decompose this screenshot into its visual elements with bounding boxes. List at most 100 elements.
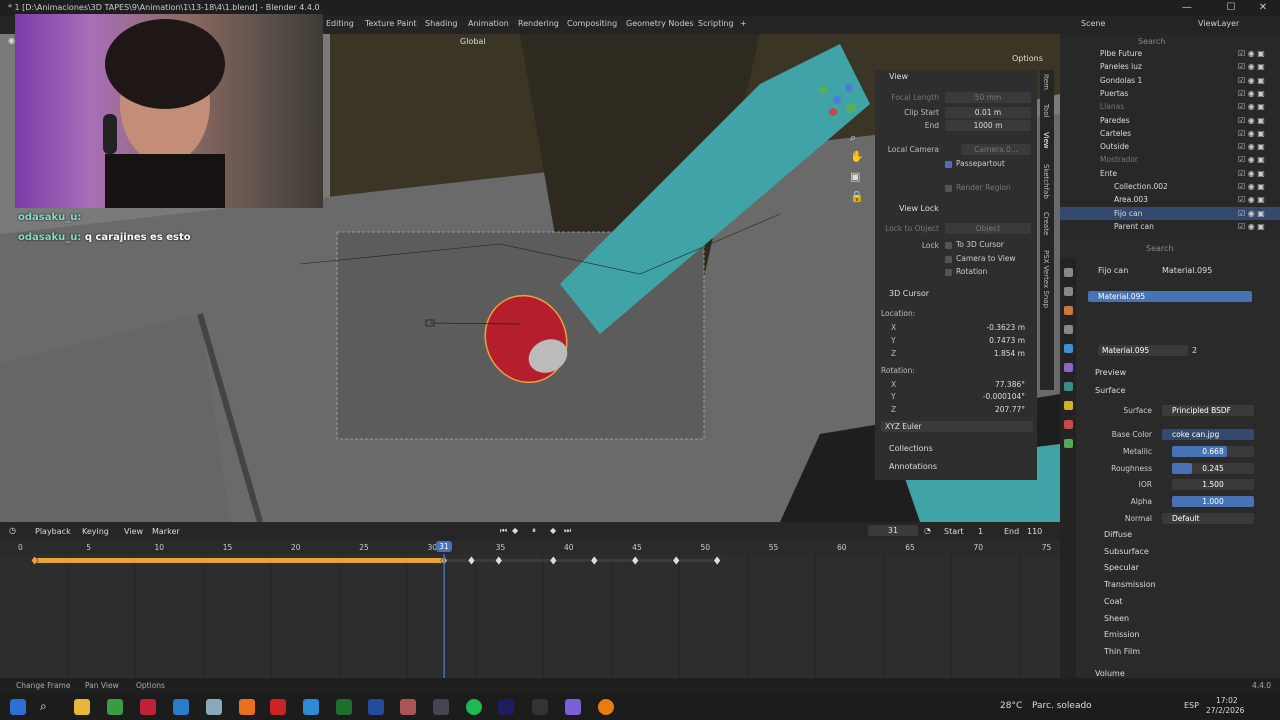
app-icon[interactable] bbox=[270, 699, 286, 715]
keyframe-marker[interactable] bbox=[631, 555, 640, 566]
obs-icon[interactable] bbox=[532, 699, 548, 715]
normal-field[interactable]: Default bbox=[1162, 513, 1254, 524]
properties-tab-icon[interactable] bbox=[1064, 268, 1073, 277]
alpha-field[interactable]: 1.000 bbox=[1172, 496, 1254, 507]
3d-cursor-title[interactable]: 3D Cursor bbox=[889, 289, 929, 298]
visibility-toggle-icon[interactable]: ☑ ◉ ▣ bbox=[1238, 153, 1265, 166]
visibility-toggle-icon[interactable]: ☑ ◉ ▣ bbox=[1238, 180, 1265, 193]
subsection-diffuse[interactable]: Diffuse bbox=[1104, 530, 1132, 539]
properties-tab-icon[interactable] bbox=[1064, 439, 1073, 448]
outliner-item[interactable]: Puertas ☑ ◉ ▣ bbox=[1060, 87, 1280, 100]
cursor-rotation-x[interactable]: 77.386° bbox=[881, 379, 1029, 390]
scene-selector[interactable]: Scene bbox=[1081, 19, 1105, 28]
view-menu[interactable]: View bbox=[124, 527, 143, 536]
outliner-item[interactable]: Outside ☑ ◉ ▣ bbox=[1060, 140, 1280, 153]
subsection-coat[interactable]: Coat bbox=[1104, 597, 1123, 606]
maximize-button[interactable]: ☐ bbox=[1218, 0, 1244, 16]
cursor-location-y[interactable]: 0.7473 m bbox=[881, 335, 1029, 346]
properties-tab-icon[interactable] bbox=[1064, 401, 1073, 410]
current-frame-field[interactable]: 31 bbox=[868, 525, 918, 536]
roughness-field[interactable]: 0.245 bbox=[1172, 463, 1254, 474]
pause-icon[interactable]: ⏸ bbox=[532, 526, 536, 536]
passepartout-checkbox[interactable]: Passepartout bbox=[945, 159, 1005, 168]
viewport-options[interactable]: Options bbox=[1012, 54, 1043, 63]
edge-icon[interactable] bbox=[173, 699, 189, 715]
jump-end-icon[interactable]: ⏭ bbox=[564, 526, 571, 536]
playback-menu[interactable]: Playback bbox=[35, 527, 71, 536]
outliner-item[interactable]: Collection.002 ☑ ◉ ▣ bbox=[1060, 180, 1280, 193]
next-key-icon[interactable]: ◆ bbox=[550, 526, 556, 535]
clip-start-field[interactable]: 0.01 m bbox=[945, 107, 1031, 118]
tab-editing[interactable]: Editing bbox=[326, 19, 354, 28]
playhead-frame-badge[interactable]: 31 bbox=[436, 541, 452, 552]
visibility-toggle-icon[interactable]: ☑ ◉ ▣ bbox=[1238, 47, 1265, 60]
marker-menu[interactable]: Marker bbox=[152, 527, 180, 536]
outliner-item[interactable]: Fijo can ☑ ◉ ▣ bbox=[1060, 206, 1280, 220]
keyframe-marker[interactable] bbox=[713, 555, 721, 566]
keyframe-marker[interactable] bbox=[30, 555, 39, 566]
tab-scripting[interactable]: Scripting bbox=[698, 19, 734, 28]
start-frame-field[interactable]: 1 bbox=[978, 527, 983, 536]
focal-length-field[interactable]: 50 mm bbox=[945, 92, 1031, 103]
properties-tab-icon[interactable] bbox=[1064, 344, 1073, 353]
properties-tab-icon[interactable] bbox=[1064, 420, 1073, 429]
material-slot-item[interactable]: Material.095 bbox=[1088, 291, 1252, 302]
minimize-button[interactable]: — bbox=[1174, 0, 1200, 16]
preview-section[interactable]: Preview bbox=[1095, 368, 1126, 377]
visibility-toggle-icon[interactable]: ☑ ◉ ▣ bbox=[1238, 167, 1265, 180]
app-icon[interactable] bbox=[303, 699, 319, 715]
properties-tab-icon[interactable] bbox=[1064, 382, 1073, 391]
visibility-toggle-icon[interactable]: ☑ ◉ ▣ bbox=[1238, 127, 1265, 140]
cursor-location-z[interactable]: 1.854 m bbox=[881, 348, 1029, 359]
viewlayer-selector[interactable]: ViewLayer bbox=[1198, 19, 1239, 28]
properties-tab-icon[interactable] bbox=[1064, 363, 1073, 372]
rotation-lock-checkbox[interactable]: Rotation bbox=[945, 267, 987, 276]
properties-tab-icon[interactable] bbox=[1064, 287, 1073, 296]
cursor-location-x[interactable]: -0.3623 m bbox=[881, 322, 1029, 333]
local-camera-field[interactable]: Camera.0... bbox=[961, 144, 1031, 155]
outliner-item[interactable]: Llanas ☑ ◉ ▣ bbox=[1060, 100, 1280, 113]
clock-date[interactable]: 27/2/2026 bbox=[1206, 706, 1244, 715]
app-icon[interactable] bbox=[433, 699, 449, 715]
view-lock-title[interactable]: View Lock bbox=[899, 204, 939, 213]
to-3d-cursor-checkbox[interactable]: To 3D Cursor bbox=[945, 240, 1004, 249]
outliner-item[interactable]: Mostrador ☑ ◉ ▣ bbox=[1060, 153, 1280, 166]
tab-compositing[interactable]: Compositing bbox=[567, 19, 617, 28]
app-icon[interactable] bbox=[239, 699, 255, 715]
clock-time[interactable]: 17:02 bbox=[1216, 696, 1238, 705]
visibility-toggle-icon[interactable]: ☑ ◉ ▣ bbox=[1238, 193, 1265, 206]
outliner-item[interactable]: Paneles luz ☑ ◉ ▣ bbox=[1060, 60, 1280, 73]
tab-rendering[interactable]: Rendering bbox=[518, 19, 559, 28]
base-color-field[interactable]: coke can.jpg bbox=[1162, 429, 1254, 440]
editor-type-icon[interactable]: ◉ bbox=[8, 36, 15, 45]
opera-icon[interactable] bbox=[140, 699, 156, 715]
lock-to-object-field[interactable]: Object bbox=[945, 223, 1031, 234]
properties-search[interactable]: Search bbox=[1146, 244, 1173, 253]
keying-menu[interactable]: Keying bbox=[82, 527, 109, 536]
language-indicator[interactable]: ESP bbox=[1184, 701, 1199, 710]
ior-field[interactable]: 1.500 bbox=[1172, 479, 1254, 490]
subsection-subsurface[interactable]: Subsurface bbox=[1104, 547, 1149, 556]
keyframe-marker[interactable] bbox=[549, 555, 558, 566]
camera-to-view-checkbox[interactable]: Camera to View bbox=[945, 254, 1016, 263]
app-icon[interactable] bbox=[206, 699, 222, 715]
search-icon[interactable]: ⌕ bbox=[40, 699, 56, 715]
outliner-item[interactable]: Gondolas 1 ☑ ◉ ▣ bbox=[1060, 74, 1280, 87]
visibility-toggle-icon[interactable]: ☑ ◉ ▣ bbox=[1238, 114, 1265, 127]
tab-tool[interactable]: Tool bbox=[1042, 104, 1050, 118]
visibility-toggle-icon[interactable]: ☑ ◉ ▣ bbox=[1238, 100, 1265, 113]
tab-shading[interactable]: Shading bbox=[425, 19, 458, 28]
view-panel-title[interactable]: View bbox=[889, 72, 908, 81]
weather-temp[interactable]: 28°C bbox=[1000, 701, 1022, 711]
outliner-item[interactable]: Pibe Future ☑ ◉ ▣ bbox=[1060, 47, 1280, 60]
render-region-checkbox[interactable]: Render Region bbox=[945, 183, 1011, 192]
volume-section[interactable]: Volume bbox=[1095, 669, 1125, 678]
navigation-gizmo[interactable] bbox=[815, 80, 861, 124]
visibility-toggle-icon[interactable]: ☑ ◉ ▣ bbox=[1238, 207, 1265, 220]
visibility-toggle-icon[interactable]: ☑ ◉ ▣ bbox=[1238, 74, 1265, 87]
app-icon[interactable] bbox=[565, 699, 581, 715]
subsection-emission[interactable]: Emission bbox=[1104, 630, 1140, 639]
clip-end-field[interactable]: 1000 m bbox=[945, 120, 1031, 131]
weather-description[interactable]: Parc. soleado bbox=[1032, 701, 1092, 711]
keyframe-marker[interactable] bbox=[672, 555, 681, 566]
